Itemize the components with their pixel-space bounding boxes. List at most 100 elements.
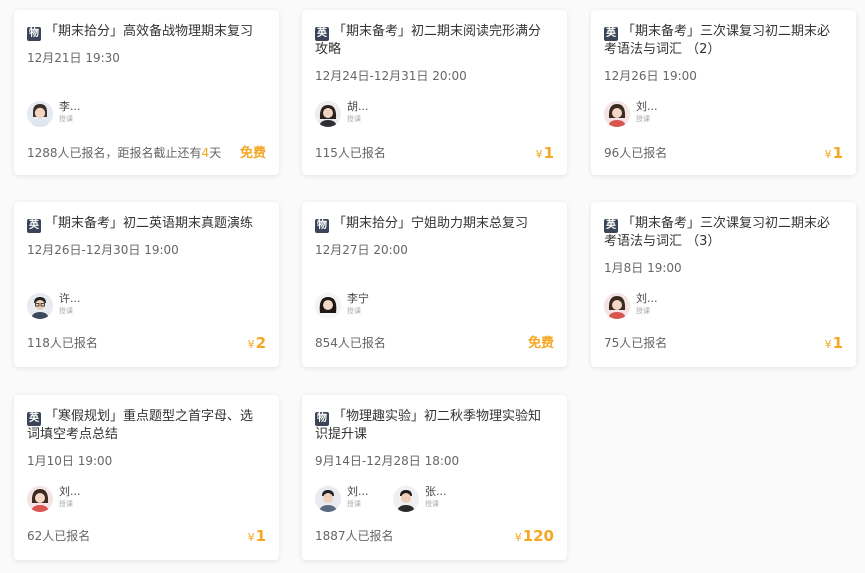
subject-badge: 英: [604, 219, 618, 233]
course-title[interactable]: 英「期末备考」初二英语期末真题演练: [27, 215, 265, 233]
avatar-icon: [604, 293, 630, 319]
card-footer: 854人已报名 免费: [315, 333, 554, 353]
course-card[interactable]: 英「期末备考」初二期末阅读完形满分攻略 12月24日-12月31日 20:00 …: [302, 10, 567, 175]
teacher-name: 胡...: [347, 100, 369, 113]
teacher-avatar: [315, 101, 341, 127]
enroll-count: 118人已报名: [27, 336, 98, 350]
card-footer: 62人已报名 ¥1: [27, 526, 266, 546]
subject-badge: 物: [27, 27, 41, 41]
teacher-name: 刘...: [347, 485, 369, 498]
course-title-text: 「期末备考」三次课复习初二期末必考语法与词汇 （3）: [604, 216, 831, 249]
course-title[interactable]: 英「寒假规划」重点题型之首字母、选词填空考点总结: [27, 408, 265, 444]
avatar-icon: [27, 293, 53, 319]
course-title-text: 「期末备考」初二期末阅读完形满分攻略: [315, 24, 542, 57]
enroll-count: 1288人已报名，距报名截止还有4天: [27, 146, 222, 160]
card-footer: 1288人已报名，距报名截止还有4天 免费: [27, 143, 266, 163]
course-card[interactable]: 物「期末拾分」宁姐助力期末总复习 12月27日 20:00 李宁 授课 854人…: [302, 202, 567, 367]
avatar-icon: [315, 101, 341, 127]
course-title-text: 「期末备考」初二英语期末真题演练: [45, 216, 254, 231]
card-footer: 75人已报名 ¥1: [604, 333, 843, 353]
teacher-role: 授课: [636, 115, 650, 123]
teacher-avatar: [315, 486, 341, 512]
subject-badge: 英: [315, 27, 329, 41]
course-title[interactable]: 物「期末拾分」宁姐助力期末总复习: [315, 215, 553, 233]
card-footer: 118人已报名 ¥2: [27, 333, 266, 353]
teacher-role: 授课: [347, 307, 361, 315]
course-title[interactable]: 英「期末备考」三次课复习初二期末必考语法与词汇 （3）: [604, 215, 842, 251]
course-title-text: 「物理趣实验」初二秋季物理实验知识提升课: [315, 409, 542, 442]
avatar-icon: [315, 293, 341, 319]
subject-badge: 英: [27, 219, 41, 233]
teacher[interactable]: 刘... 授课: [315, 484, 395, 514]
teacher-name: 刘...: [636, 100, 658, 113]
card-footer: 115人已报名 ¥1: [315, 143, 554, 163]
subject-badge: 英: [604, 27, 618, 41]
teacher-avatar: [27, 293, 53, 319]
teacher-avatar: [604, 101, 630, 127]
teacher[interactable]: 胡... 授课: [315, 99, 395, 129]
subject-badge: 英: [27, 412, 41, 426]
teacher-role: 授课: [425, 500, 439, 508]
course-time: 1月8日 19:00: [604, 261, 682, 275]
course-title-text: 「期末拾分」宁姐助力期末总复习: [333, 216, 529, 231]
teacher[interactable]: 张... 授课: [393, 484, 473, 514]
avatar-icon: [315, 486, 341, 512]
teacher-avatar: [27, 101, 53, 127]
teacher-role: 授课: [59, 500, 73, 508]
teacher-avatar: [604, 293, 630, 319]
price-label: ¥2: [247, 334, 266, 352]
course-time: 1月10日 19:00: [27, 454, 113, 468]
teacher[interactable]: 李宁 授课: [315, 291, 395, 321]
course-title[interactable]: 物「物理趣实验」初二秋季物理实验知识提升课: [315, 408, 553, 444]
course-card[interactable]: 物「期末拾分」高效备战物理期末复习 12月21日 19:30 李... 授课 1…: [14, 10, 279, 175]
teacher-name: 刘...: [59, 485, 81, 498]
course-time: 12月27日 20:00: [315, 243, 408, 257]
course-grid: 物「期末拾分」高效备战物理期末复习 12月21日 19:30 李... 授课 1…: [0, 0, 865, 573]
course-title[interactable]: 物「期末拾分」高效备战物理期末复习: [27, 23, 265, 41]
course-card[interactable]: 物「物理趣实验」初二秋季物理实验知识提升课 9月14日-12月28日 18:00…: [302, 395, 567, 560]
course-card[interactable]: 英「期末备考」三次课复习初二期末必考语法与词汇 （3） 1月8日 19:00 刘…: [591, 202, 856, 367]
price-label: 免费: [239, 146, 266, 161]
teacher[interactable]: 刘... 授课: [27, 484, 107, 514]
price-label: 免费: [527, 336, 554, 351]
teacher[interactable]: 许... 授课: [27, 291, 107, 321]
teacher-avatar: [27, 486, 53, 512]
course-title[interactable]: 英「期末备考」初二期末阅读完形满分攻略: [315, 23, 553, 59]
avatar-icon: [393, 486, 419, 512]
teacher[interactable]: 李... 授课: [27, 99, 107, 129]
teacher-avatar: [315, 293, 341, 319]
course-card[interactable]: 英「期末备考」初二英语期末真题演练 12月26日-12月30日 19:00 许.…: [14, 202, 279, 367]
price-label: ¥120: [514, 527, 554, 545]
teacher-role: 授课: [59, 115, 73, 123]
course-title-text: 「期末备考」三次课复习初二期末必考语法与词汇 （2）: [604, 24, 831, 57]
enroll-count: 854人已报名: [315, 336, 386, 350]
card-footer: 96人已报名 ¥1: [604, 143, 843, 163]
enroll-count: 96人已报名: [604, 146, 668, 160]
course-card[interactable]: 英「寒假规划」重点题型之首字母、选词填空考点总结 1月10日 19:00 刘..…: [14, 395, 279, 560]
avatar-icon: [27, 101, 53, 127]
price-label: ¥1: [824, 144, 843, 162]
teacher-name: 刘...: [636, 292, 658, 305]
teacher[interactable]: 刘... 授课: [604, 99, 684, 129]
teacher[interactable]: 刘... 授课: [604, 291, 684, 321]
course-title-text: 「期末拾分」高效备战物理期末复习: [45, 24, 254, 39]
teacher-name: 李...: [59, 100, 81, 113]
course-time: 12月26日-12月30日 19:00: [27, 243, 179, 257]
course-card[interactable]: 英「期末备考」三次课复习初二期末必考语法与词汇 （2） 12月26日 19:00…: [591, 10, 856, 175]
subject-badge: 物: [315, 219, 329, 233]
teacher-name: 许...: [59, 292, 81, 305]
teacher-role: 授课: [636, 307, 650, 315]
course-title[interactable]: 英「期末备考」三次课复习初二期末必考语法与词汇 （2）: [604, 23, 842, 59]
teacher-role: 授课: [347, 500, 361, 508]
course-title-text: 「寒假规划」重点题型之首字母、选词填空考点总结: [27, 409, 254, 442]
teacher-role: 授课: [59, 307, 73, 315]
price-label: ¥1: [535, 144, 554, 162]
teacher-avatar: [393, 486, 419, 512]
subject-badge: 物: [315, 412, 329, 426]
enroll-count: 1887人已报名: [315, 529, 394, 543]
card-footer: 1887人已报名 ¥120: [315, 526, 554, 546]
course-time: 12月24日-12月31日 20:00: [315, 69, 467, 83]
avatar-icon: [604, 101, 630, 127]
teacher-name: 李宁: [347, 292, 369, 305]
course-time: 9月14日-12月28日 18:00: [315, 454, 460, 468]
